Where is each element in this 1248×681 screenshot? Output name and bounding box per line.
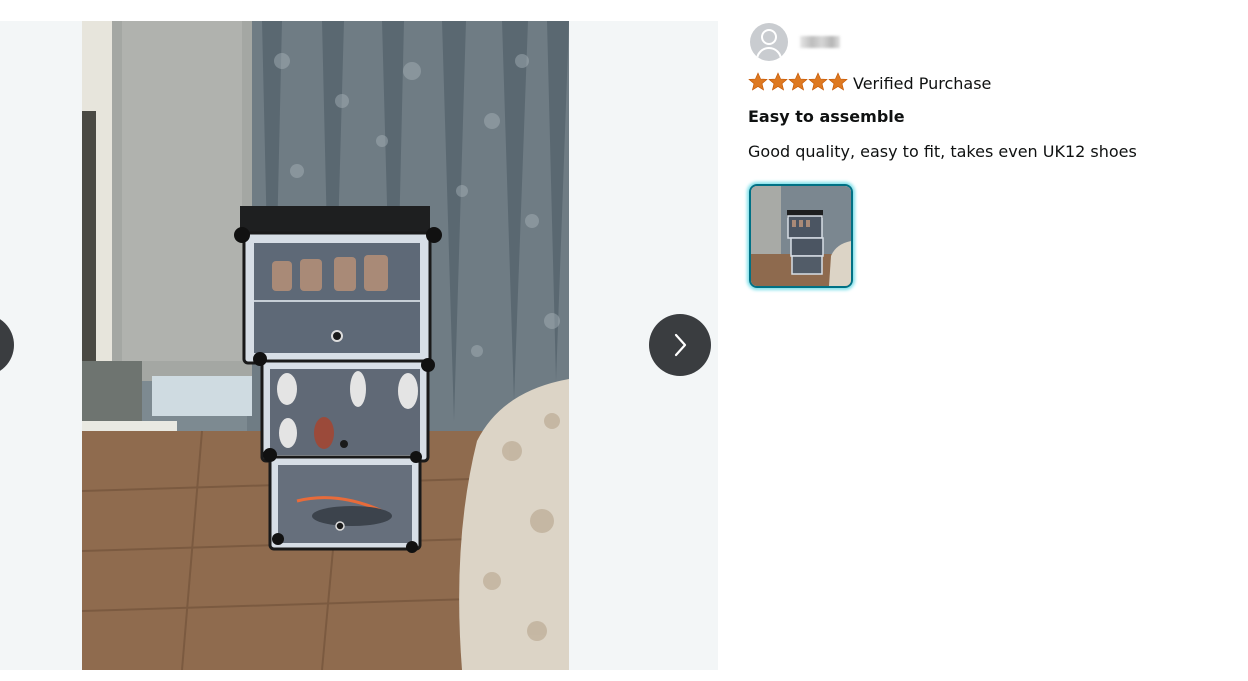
chevron-right-icon [674,333,687,357]
review-title: Easy to assemble [748,107,905,126]
review-body: Good quality, easy to fit, takes even UK… [748,142,1137,161]
review-photo [82,21,569,670]
reviewer-profile[interactable] [750,23,840,61]
star-icon [808,72,828,91]
user-avatar-icon [750,23,788,61]
rating-row: Verified Purchase [748,72,991,94]
star-icon [748,72,768,91]
review-image-thumbnail[interactable] [749,184,853,288]
verified-purchase-badge: Verified Purchase [853,73,992,93]
previous-image-button[interactable] [0,314,14,376]
image-viewer [0,21,718,670]
reviewer-name[interactable] [800,36,840,48]
star-rating [748,72,848,94]
star-icon [828,72,848,91]
next-image-button[interactable] [649,314,711,376]
star-icon [788,72,808,91]
star-icon [768,72,788,91]
